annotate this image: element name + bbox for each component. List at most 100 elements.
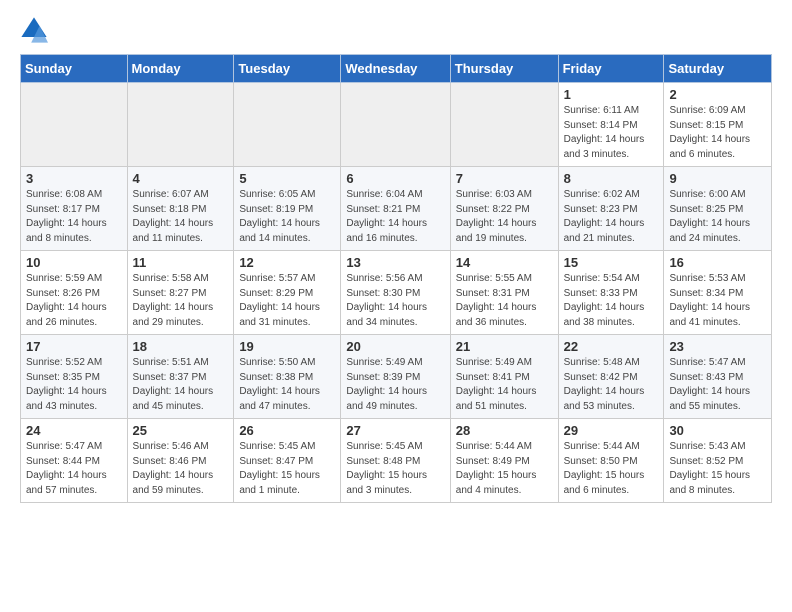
day-number: 11 bbox=[133, 255, 229, 270]
day-info: Sunrise: 5:45 AMSunset: 8:47 PMDaylight:… bbox=[239, 440, 335, 498]
day-info: Sunrise: 6:03 AMSunset: 8:22 PMDaylight:… bbox=[456, 188, 553, 246]
day-info: Sunrise: 5:49 AMSunset: 8:41 PMDaylight:… bbox=[456, 356, 553, 414]
calendar-day-cell: 16Sunrise: 5:53 AMSunset: 8:34 PMDayligh… bbox=[664, 251, 772, 335]
day-number: 25 bbox=[133, 423, 229, 438]
calendar-day-cell: 1 Sunrise: 6:11 AMSunset: 8:14 PMDaylight… bbox=[558, 83, 664, 167]
calendar-day-cell: 10 Sunrise: 5:59 AMSunset: 8:26 PMDayligh… bbox=[21, 251, 128, 335]
day-info: Sunrise: 6:05 AMSunset: 8:19 PMDaylight:… bbox=[239, 188, 335, 246]
calendar-day-cell: 24 Sunrise: 5:47 AMSunset: 8:44 PMDayligh… bbox=[21, 419, 128, 503]
calendar-day-cell: 9 Sunrise: 6:00 AMSunset: 8:25 PMDaylight… bbox=[664, 167, 772, 251]
calendar-day-cell: 28Sunrise: 5:44 AMSunset: 8:49 PMDayligh… bbox=[450, 419, 558, 503]
calendar-day-cell: 19 Sunrise: 5:50 AMSunset: 8:38 PMDayligh… bbox=[234, 335, 341, 419]
calendar-day-cell: 30 Sunrise: 5:43 AMSunset: 8:52 PMDayligh… bbox=[664, 419, 772, 503]
day-info: Sunrise: 5:55 AMSunset: 8:31 PMDaylight:… bbox=[456, 272, 553, 330]
calendar-header: SundayMondayTuesdayWednesdayThursdayFrid… bbox=[21, 55, 772, 83]
day-number: 30 bbox=[669, 423, 766, 438]
day-number: 20 bbox=[346, 339, 444, 354]
calendar-day-cell bbox=[127, 83, 234, 167]
day-info: Sunrise: 5:43 AMSunset: 8:52 PMDaylight:… bbox=[669, 440, 766, 498]
calendar-day-cell bbox=[450, 83, 558, 167]
day-info: Sunrise: 5:44 AMSunset: 8:50 PMDaylight:… bbox=[564, 440, 659, 498]
calendar-week-row: 3 Sunrise: 6:08 AMSunset: 8:17 PMDaylight… bbox=[21, 167, 772, 251]
calendar-day-cell: 15Sunrise: 5:54 AMSunset: 8:33 PMDayligh… bbox=[558, 251, 664, 335]
day-number: 4 bbox=[133, 171, 229, 186]
calendar-day-cell bbox=[341, 83, 450, 167]
day-info: Sunrise: 5:47 AMSunset: 8:44 PMDaylight:… bbox=[26, 440, 122, 498]
calendar-day-cell: 4 Sunrise: 6:07 AMSunset: 8:18 PMDaylight… bbox=[127, 167, 234, 251]
day-info: Sunrise: 6:02 AMSunset: 8:23 PMDaylight:… bbox=[564, 188, 659, 246]
day-info: Sunrise: 6:00 AMSunset: 8:25 PMDaylight:… bbox=[669, 188, 766, 246]
weekday-header-tuesday: Tuesday bbox=[234, 55, 341, 83]
day-info: Sunrise: 6:11 AMSunset: 8:14 PMDaylight:… bbox=[564, 104, 659, 162]
weekday-header-monday: Monday bbox=[127, 55, 234, 83]
day-info: Sunrise: 5:56 AMSunset: 8:30 PMDaylight:… bbox=[346, 272, 444, 330]
day-info: Sunrise: 6:07 AMSunset: 8:18 PMDaylight:… bbox=[133, 188, 229, 246]
day-info: Sunrise: 6:09 AMSunset: 8:15 PMDaylight:… bbox=[669, 104, 766, 162]
calendar-day-cell: 2 Sunrise: 6:09 AMSunset: 8:15 PMDaylight… bbox=[664, 83, 772, 167]
calendar-day-cell: 21 Sunrise: 5:49 AMSunset: 8:41 PMDayligh… bbox=[450, 335, 558, 419]
day-info: Sunrise: 5:46 AMSunset: 8:46 PMDaylight:… bbox=[133, 440, 229, 498]
calendar-table: SundayMondayTuesdayWednesdayThursdayFrid… bbox=[20, 54, 772, 503]
weekday-header-thursday: Thursday bbox=[450, 55, 558, 83]
day-number: 2 bbox=[669, 87, 766, 102]
day-number: 7 bbox=[456, 171, 553, 186]
day-info: Sunrise: 6:04 AMSunset: 8:21 PMDaylight:… bbox=[346, 188, 444, 246]
day-number: 26 bbox=[239, 423, 335, 438]
day-number: 14 bbox=[456, 255, 553, 270]
calendar-day-cell: 8 Sunrise: 6:02 AMSunset: 8:23 PMDaylight… bbox=[558, 167, 664, 251]
day-number: 27 bbox=[346, 423, 444, 438]
calendar-day-cell: 18Sunrise: 5:51 AMSunset: 8:37 PMDayligh… bbox=[127, 335, 234, 419]
day-number: 21 bbox=[456, 339, 553, 354]
day-number: 12 bbox=[239, 255, 335, 270]
day-number: 13 bbox=[346, 255, 444, 270]
calendar-day-cell bbox=[234, 83, 341, 167]
logo-icon bbox=[20, 16, 48, 44]
day-number: 1 bbox=[564, 87, 659, 102]
calendar-day-cell: 5 Sunrise: 6:05 AMSunset: 8:19 PMDaylight… bbox=[234, 167, 341, 251]
calendar-body: 1 Sunrise: 6:11 AMSunset: 8:14 PMDaylight… bbox=[21, 83, 772, 503]
day-info: Sunrise: 5:49 AMSunset: 8:39 PMDaylight:… bbox=[346, 356, 444, 414]
day-number: 10 bbox=[26, 255, 122, 270]
day-info: Sunrise: 5:59 AMSunset: 8:26 PMDaylight:… bbox=[26, 272, 122, 330]
day-number: 6 bbox=[346, 171, 444, 186]
calendar-day-cell: 12 Sunrise: 5:57 AMSunset: 8:29 PMDayligh… bbox=[234, 251, 341, 335]
day-info: Sunrise: 5:58 AMSunset: 8:27 PMDaylight:… bbox=[133, 272, 229, 330]
logo bbox=[20, 16, 52, 44]
day-number: 3 bbox=[26, 171, 122, 186]
calendar-week-row: 10 Sunrise: 5:59 AMSunset: 8:26 PMDayligh… bbox=[21, 251, 772, 335]
calendar-day-cell: 22Sunrise: 5:48 AMSunset: 8:42 PMDayligh… bbox=[558, 335, 664, 419]
day-number: 9 bbox=[669, 171, 766, 186]
calendar-day-cell: 3 Sunrise: 6:08 AMSunset: 8:17 PMDaylight… bbox=[21, 167, 128, 251]
day-number: 19 bbox=[239, 339, 335, 354]
day-info: Sunrise: 5:50 AMSunset: 8:38 PMDaylight:… bbox=[239, 356, 335, 414]
calendar-day-cell: 25 Sunrise: 5:46 AMSunset: 8:46 PMDayligh… bbox=[127, 419, 234, 503]
calendar-day-cell: 11 Sunrise: 5:58 AMSunset: 8:27 PMDayligh… bbox=[127, 251, 234, 335]
day-number: 22 bbox=[564, 339, 659, 354]
day-number: 28 bbox=[456, 423, 553, 438]
day-info: Sunrise: 5:52 AMSunset: 8:35 PMDaylight:… bbox=[26, 356, 122, 414]
weekday-header-saturday: Saturday bbox=[664, 55, 772, 83]
calendar-day-cell: 13 Sunrise: 5:56 AMSunset: 8:30 PMDayligh… bbox=[341, 251, 450, 335]
weekday-header-row: SundayMondayTuesdayWednesdayThursdayFrid… bbox=[21, 55, 772, 83]
day-number: 5 bbox=[239, 171, 335, 186]
day-number: 23 bbox=[669, 339, 766, 354]
calendar-day-cell: 7 Sunrise: 6:03 AMSunset: 8:22 PMDaylight… bbox=[450, 167, 558, 251]
calendar-week-row: 1 Sunrise: 6:11 AMSunset: 8:14 PMDaylight… bbox=[21, 83, 772, 167]
day-number: 24 bbox=[26, 423, 122, 438]
day-number: 18 bbox=[133, 339, 229, 354]
day-info: Sunrise: 6:08 AMSunset: 8:17 PMDaylight:… bbox=[26, 188, 122, 246]
calendar-day-cell: 20 Sunrise: 5:49 AMSunset: 8:39 PMDayligh… bbox=[341, 335, 450, 419]
day-info: Sunrise: 5:47 AMSunset: 8:43 PMDaylight:… bbox=[669, 356, 766, 414]
day-info: Sunrise: 5:57 AMSunset: 8:29 PMDaylight:… bbox=[239, 272, 335, 330]
calendar-day-cell: 17Sunrise: 5:52 AMSunset: 8:35 PMDayligh… bbox=[21, 335, 128, 419]
calendar-day-cell: 26 Sunrise: 5:45 AMSunset: 8:47 PMDayligh… bbox=[234, 419, 341, 503]
calendar-week-row: 17Sunrise: 5:52 AMSunset: 8:35 PMDayligh… bbox=[21, 335, 772, 419]
day-number: 16 bbox=[669, 255, 766, 270]
weekday-header-wednesday: Wednesday bbox=[341, 55, 450, 83]
calendar-day-cell: 27Sunrise: 5:45 AMSunset: 8:48 PMDayligh… bbox=[341, 419, 450, 503]
day-number: 8 bbox=[564, 171, 659, 186]
header bbox=[20, 16, 772, 44]
calendar-day-cell: 23 Sunrise: 5:47 AMSunset: 8:43 PMDayligh… bbox=[664, 335, 772, 419]
page-container: SundayMondayTuesdayWednesdayThursdayFrid… bbox=[0, 0, 792, 519]
calendar-day-cell: 29Sunrise: 5:44 AMSunset: 8:50 PMDayligh… bbox=[558, 419, 664, 503]
